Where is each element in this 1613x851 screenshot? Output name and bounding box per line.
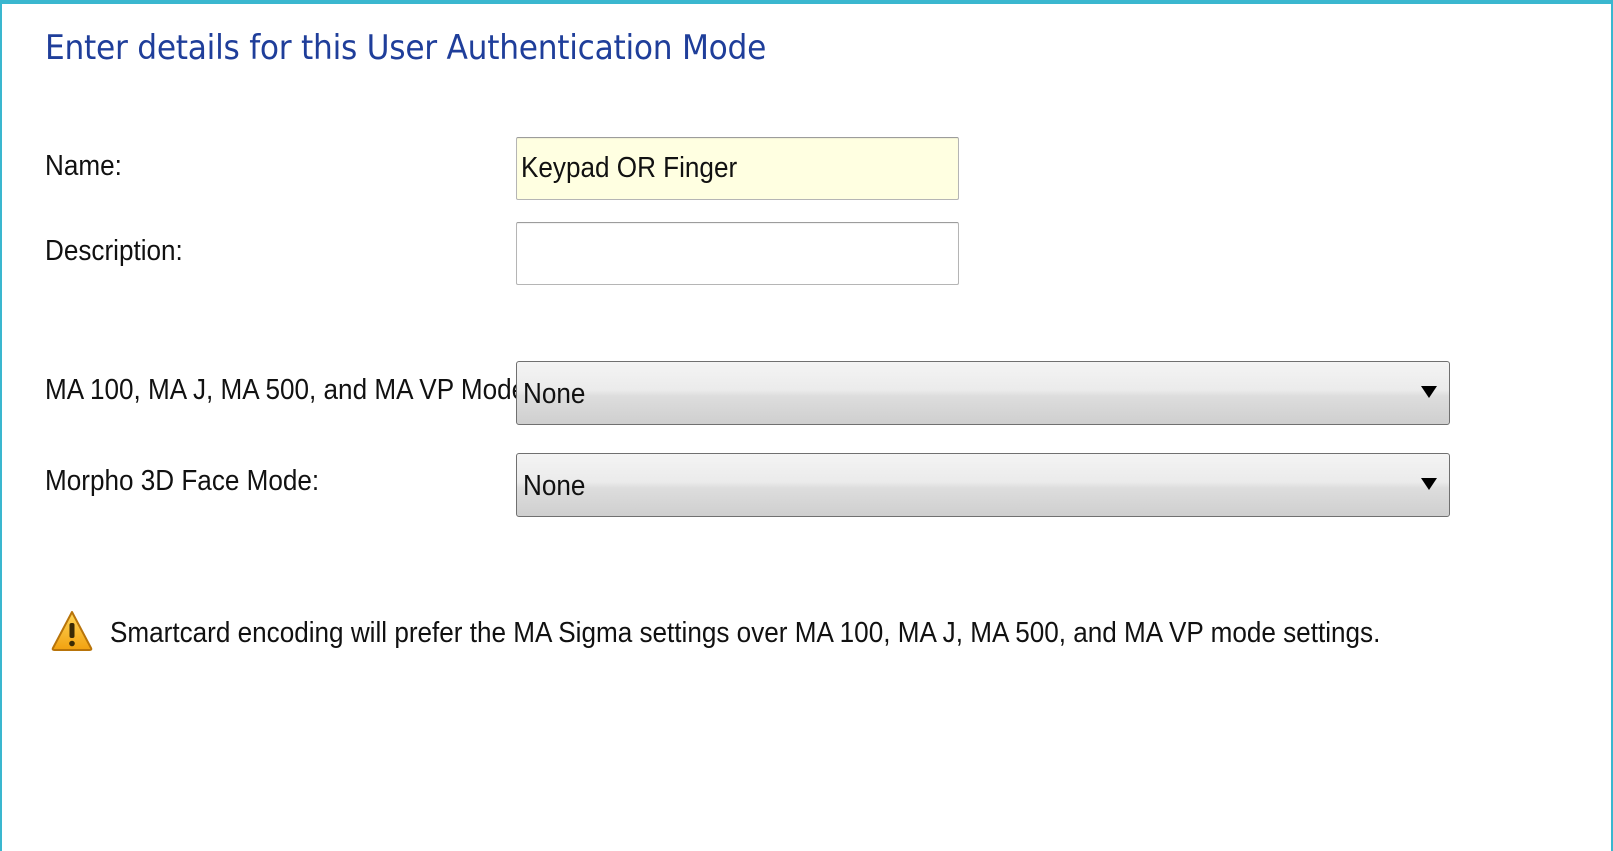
name-label: Name: xyxy=(45,150,122,182)
ma-mode-selected-value: None xyxy=(523,378,586,410)
chevron-down-icon[interactable] xyxy=(1421,386,1437,398)
name-field-value: Keypad OR Finger xyxy=(521,152,738,184)
page-title: Enter details for this User Authenticati… xyxy=(45,28,767,68)
ma-mode-select[interactable]: None xyxy=(516,361,1450,425)
description-field[interactable] xyxy=(516,222,959,285)
dialog-panel: Enter details for this User Authenticati… xyxy=(0,0,1613,851)
ma-mode-label: MA 100, MA J, MA 500, and MA VP Mode: xyxy=(45,374,534,406)
name-field[interactable]: Keypad OR Finger xyxy=(516,137,959,200)
warning-triangle-icon xyxy=(51,611,93,651)
description-label: Description: xyxy=(45,235,183,267)
morpho-face-mode-selected-value: None xyxy=(523,470,586,502)
warning-message: Smartcard encoding will prefer the MA Si… xyxy=(110,617,1381,649)
morpho-face-mode-select[interactable]: None xyxy=(516,453,1450,517)
chevron-down-icon[interactable] xyxy=(1421,478,1437,490)
morpho-face-mode-label: Morpho 3D Face Mode: xyxy=(45,465,320,497)
